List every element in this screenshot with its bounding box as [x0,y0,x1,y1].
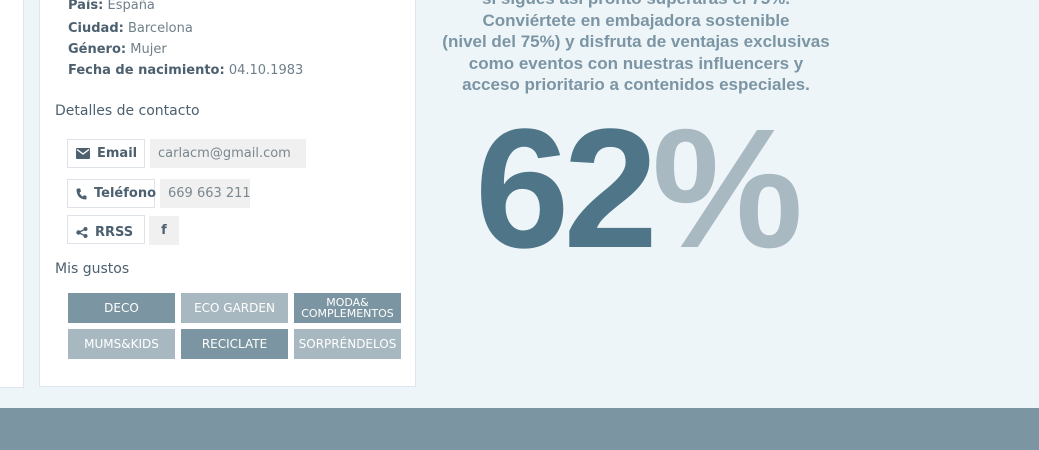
promo-line-3: (nivel del 75%) y disfruta de ventajas e… [442,32,830,51]
tag-sorprendelos[interactable]: SORPRÉNDELOS [294,329,401,359]
promo-line-2: Conviértete en embajadora sostenible [482,10,790,30]
phone-icon [76,188,87,199]
tag-moda-complementos[interactable]: MODA& COMPLEMENTOS [294,293,401,323]
promo-line-5: acceso prioritario a contenidos especial… [462,75,810,94]
social-label-text: RRSS [95,225,134,240]
email-label: Email [67,139,145,168]
promo-line-1: si sigues así pronto superarás el 75%. [420,0,852,10]
share-icon [76,227,88,238]
profile-card: País: España Ciudad: Barcelona Género: M… [39,0,416,387]
left-panel [0,0,24,388]
profile-city: Ciudad: Barcelona [68,21,193,36]
tag-deco[interactable]: DECO [68,293,175,323]
phone-value[interactable]: 669 663 211 [160,179,251,208]
gender-value: Mujer [130,42,167,57]
footer-bar [0,408,1039,450]
social-label: RRSS [67,215,145,244]
profile-gender: Género: Mujer [68,42,167,57]
envelope-icon [76,148,90,159]
sustainability-percentage: 62% [420,104,852,274]
country-label: País: [68,0,104,13]
promo-line-4: como eventos con nuestras influencers y [468,53,804,73]
gender-label: Género: [68,42,127,57]
profile-country: País: España [68,0,155,13]
tag-mums-kids[interactable]: MUMS&KIDS [68,329,175,359]
promo-text: si sigues así pronto superarás el 75%. C… [420,0,852,96]
phone-label-text: Teléfono [94,186,157,201]
likes-section-title: Mis gustos [55,261,130,277]
tag-moda-line2: COMPLEMENTOS [301,307,394,320]
email-label-text: Email [97,146,138,161]
contact-section-title: Detalles de contacto [55,103,200,119]
percent-sign: % [651,94,803,284]
phone-label: Teléfono [67,179,157,208]
birthdate-value: 04.10.1983 [228,63,304,78]
city-label: Ciudad: [68,21,124,36]
percent-value: 62 [474,94,658,284]
city-value: Barcelona [127,21,193,36]
profile-birthdate: Fecha de nacimiento: 04.10.1983 [68,63,303,78]
country-value: España [107,0,155,13]
tag-eco-garden[interactable]: ECO GARDEN [181,293,288,323]
tag-reciclate[interactable]: RECICLATE [181,329,288,359]
facebook-icon[interactable]: f [149,216,179,245]
email-value[interactable]: carlacm@gmail.com [150,139,306,168]
birthdate-label: Fecha de nacimiento: [68,63,225,78]
